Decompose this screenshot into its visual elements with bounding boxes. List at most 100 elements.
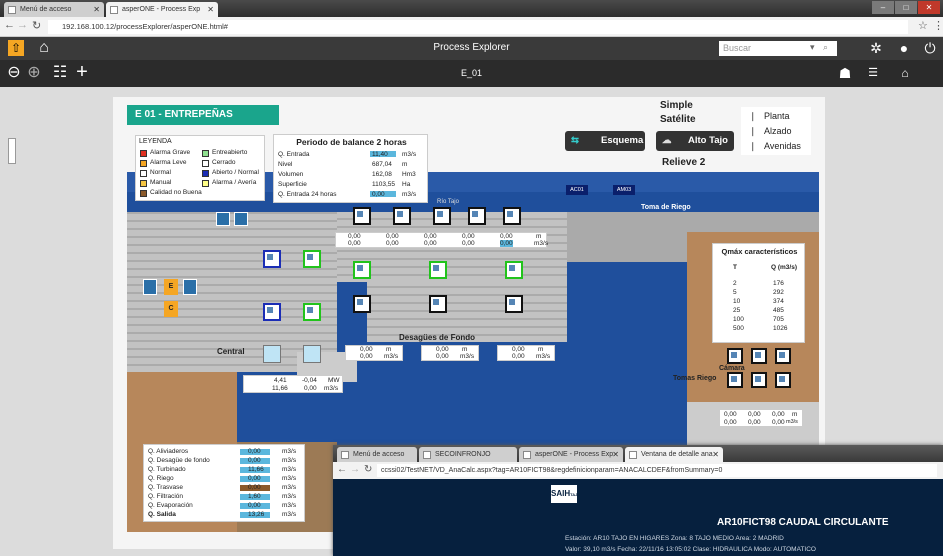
qmax-cell: 25 (733, 307, 741, 314)
riego-gate-icon[interactable] (775, 372, 791, 388)
search-input[interactable]: Buscar (719, 41, 837, 56)
side-panel-toggle[interactable] (8, 138, 16, 164)
detail-tab-ventana[interactable]: Ventana de detalle ana ✕ (625, 447, 723, 462)
trash-icon[interactable] (183, 279, 197, 295)
layer-avenidas[interactable]: ❘ Avenidas (749, 141, 801, 152)
reload-icon[interactable]: ↻ (364, 464, 372, 475)
view-relieve[interactable]: Relieve 2 (662, 157, 705, 168)
bottom-gate-icon[interactable] (429, 261, 447, 279)
gate-icon[interactable] (503, 207, 521, 225)
help-icon[interactable]: ● (894, 38, 914, 58)
url-input[interactable]: 192.168.100.12/processExplorer/asperONE.… (48, 20, 908, 34)
am03-tag[interactable]: AM03 (613, 185, 635, 195)
back-icon[interactable]: ← (337, 464, 347, 475)
star-icon[interactable]: ☆ (918, 19, 928, 32)
view-simple[interactable]: Simple (660, 100, 693, 111)
back-icon[interactable]: ← (4, 19, 15, 31)
riego-gate-icon[interactable] (751, 348, 767, 364)
qmax-cell: 500 (733, 325, 744, 332)
balance-unit: m (402, 161, 408, 168)
gate-value: 0,00 (462, 233, 475, 240)
turbine-icon[interactable] (263, 345, 281, 363)
e-module-button[interactable]: E (164, 279, 178, 295)
user-icon[interactable]: ☗ (836, 63, 854, 83)
bottom-gate-icon[interactable] (429, 295, 447, 313)
alto-tajo-button[interactable]: ☁ Alto Tajo (656, 131, 734, 151)
flow-value: 0,00 (248, 502, 261, 509)
bottom-gate-icon[interactable] (505, 261, 523, 279)
settings-icon[interactable]: ✲ (866, 38, 886, 58)
valve-icon[interactable] (143, 279, 157, 295)
turbine-gate-icon[interactable] (263, 303, 281, 321)
gate-icon[interactable] (468, 207, 486, 225)
legend-title: LEYENDA (139, 138, 172, 145)
central-values: 4,41 -0,04 MW 11,66 0,00 m3/s (243, 375, 343, 393)
pump-icon[interactable] (216, 212, 230, 226)
fondo-values-1: 0,00 m 0,00 m3/s (345, 345, 403, 361)
bottom-gate-icon[interactable] (353, 261, 371, 279)
close-icon[interactable]: ✕ (207, 2, 214, 17)
saih-logo: SAIHTAJO (551, 485, 581, 503)
riego-gate-icon[interactable] (775, 348, 791, 364)
c-module-button[interactable]: C (164, 301, 178, 317)
flow-value: 11,66 (248, 466, 264, 473)
search-dropdown-icon[interactable]: ▾ (810, 42, 815, 53)
forward-icon[interactable]: → (17, 19, 28, 31)
page-icon (110, 6, 118, 14)
page-icon (423, 451, 431, 459)
flow-label: Q. Salida (148, 511, 176, 518)
detail-tab-secoinfronjo[interactable]: SECOINFRONJO (419, 447, 517, 462)
balance-label: Q. Entrada 24 horas (278, 191, 337, 198)
intake-gate-icon[interactable] (263, 250, 281, 268)
bottom-gate-icon[interactable] (505, 295, 523, 313)
layer-planta[interactable]: ❘ Planta (749, 111, 790, 122)
maximize-button[interactable]: □ (895, 1, 917, 14)
qmax-cell: 176 (773, 280, 784, 287)
legend-label: Cerrado (212, 159, 236, 166)
legend-swatch (140, 150, 147, 157)
minimize-button[interactable]: – (872, 1, 894, 14)
gate-icon[interactable] (353, 207, 371, 225)
gate-values-panel: 0,00 0,00 0,00 0,00 0,00 0,00 0,00 0,00 0,00 0,00… (335, 232, 548, 248)
gate-icon[interactable] (433, 207, 451, 225)
power-icon[interactable]: ⏻ (920, 38, 940, 58)
checklist-icon[interactable]: ☰ (864, 63, 882, 83)
balance-unit: Hm3 (402, 171, 416, 178)
label-camara: Cámara (719, 365, 745, 372)
detail-tab-menu[interactable]: Menú de acceso (337, 447, 417, 462)
close-icon[interactable]: ✕ (612, 447, 619, 462)
detail-tab-bar: Menú de acceso SECOINFRONJO asperONE - P… (333, 445, 943, 462)
label-desagues: Desagües de Fondo (399, 333, 476, 342)
detail-tab-asperone[interactable]: asperONE - Process Exp ✕ (519, 447, 623, 462)
menu-icon[interactable]: ⋮ (933, 19, 943, 32)
close-window-button[interactable]: ✕ (918, 1, 940, 14)
riego-gate-icon[interactable] (727, 372, 743, 388)
browser-tab-asperone[interactable]: asperONE - Process Exp ✕ (106, 2, 218, 17)
bottom-gate-icon[interactable] (353, 295, 371, 313)
forward-icon[interactable]: → (350, 464, 360, 475)
qmax-cell: 485 (773, 307, 784, 314)
turbine-gate-icon[interactable] (303, 303, 321, 321)
riego-gate-icon[interactable] (727, 348, 743, 364)
detail-url-input[interactable]: ccssi02/TestNET/VD_AnaCalc.aspx?tag=AR10… (377, 464, 937, 477)
browser-tab-menu[interactable]: Menú de acceso ✕ (4, 2, 104, 17)
riego-gate-icon[interactable] (751, 372, 767, 388)
search-icon[interactable]: ⌕ (823, 42, 828, 53)
close-icon[interactable]: ✕ (712, 447, 719, 462)
flow-label: Q. Desagüe de fondo (148, 457, 210, 464)
layer-alzado[interactable]: ❘ Alzado (749, 126, 792, 137)
balance-label: Superficie (278, 181, 307, 188)
gate-icon[interactable] (393, 207, 411, 225)
pump-icon[interactable] (234, 212, 248, 226)
legend-swatch (202, 160, 209, 167)
intake-gate-icon[interactable] (303, 250, 321, 268)
reload-icon[interactable]: ↻ (32, 19, 41, 32)
view-satelite[interactable]: Satélite (660, 114, 696, 125)
flow-label: Q. Filtración (148, 493, 184, 500)
ac01-tag[interactable]: AC01 (566, 185, 588, 195)
close-icon[interactable]: ✕ (93, 2, 100, 17)
balance-unit: m3/s (402, 191, 417, 198)
esquema-button[interactable]: ⇆ Esquema (565, 131, 645, 151)
turbine-icon[interactable] (303, 345, 321, 363)
save-home-icon[interactable]: ⌂ (896, 63, 914, 83)
